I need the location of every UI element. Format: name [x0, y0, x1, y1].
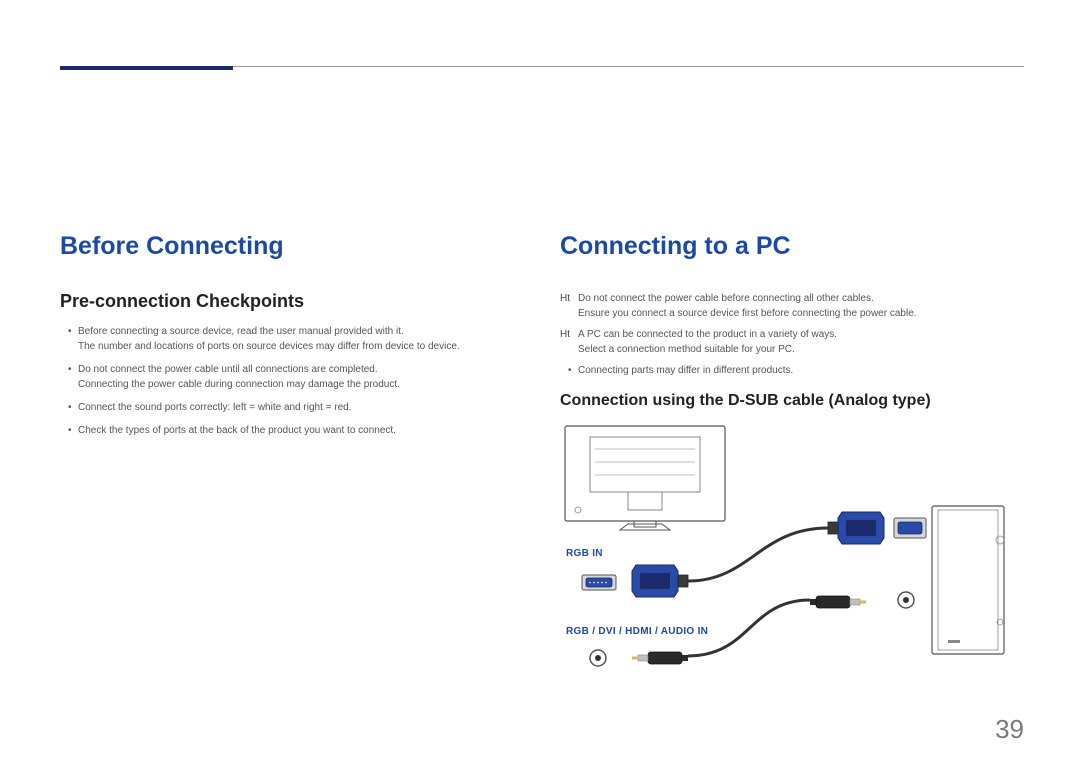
column-left: Before Connecting Pre-connection Checkpo…: [60, 232, 520, 692]
pc-tower-icon: [932, 506, 1004, 654]
list-item: Before connecting a source device, read …: [68, 324, 520, 354]
heading-before-connecting: Before Connecting: [60, 232, 520, 261]
preconnection-list: Before connecting a source device, read …: [60, 324, 520, 438]
note-text: A PC can be connected to the product in …: [578, 327, 1024, 357]
vga-cable-icon: [688, 528, 828, 581]
list-item: Check the types of ports at the back of …: [68, 423, 520, 438]
header-rule-accent: [60, 66, 233, 70]
audio-jack-pc-icon: [898, 592, 914, 608]
note-row: Ht Do not connect the power cable before…: [560, 291, 1024, 321]
list-item: Do not connect the power cable until all…: [68, 362, 520, 392]
note-label: Ht: [560, 327, 570, 357]
note-text: Do not connect the power cable before co…: [578, 291, 1024, 321]
dsub-plug-right-icon: [828, 512, 884, 544]
dsub-plug-left-icon: [632, 565, 688, 597]
note-row: Ht A PC can be connected to the product …: [560, 327, 1024, 357]
heading-connecting-pc: Connecting to a PC: [560, 232, 1024, 261]
dsub-port-monitor-icon: [582, 575, 616, 590]
dsub-port-pc-icon: [894, 518, 926, 538]
page-content: Before Connecting Pre-connection Checkpo…: [60, 232, 1024, 692]
list-item: Connect the sound ports correctly: left …: [68, 400, 520, 415]
port-label-audio-in: RGB / DVI / HDMI / AUDIO IN: [566, 626, 708, 637]
connecting-bullet-list: Connecting parts may differ in different…: [560, 363, 1024, 378]
connection-diagram: RGB IN RGB / DVI / HDMI / AUDIO IN: [560, 422, 1020, 692]
subheading-dsub: Connection using the D-SUB cable (Analog…: [560, 392, 1024, 410]
port-label-rgb-in: RGB IN: [566, 548, 603, 559]
audio-jack-monitor-icon: [590, 650, 606, 666]
monitor-icon: [565, 426, 725, 530]
note-label: Ht: [560, 291, 570, 321]
audio-plug-left-icon: [632, 652, 688, 664]
list-item: Connecting parts may differ in different…: [568, 363, 1024, 378]
page-number: 39: [995, 714, 1024, 745]
diagram-svg: [560, 422, 1020, 692]
column-right: Connecting to a PC Ht Do not connect the…: [560, 232, 1024, 692]
subheading-preconnection: Pre-connection Checkpoints: [60, 291, 520, 312]
audio-plug-right-icon: [810, 596, 866, 608]
